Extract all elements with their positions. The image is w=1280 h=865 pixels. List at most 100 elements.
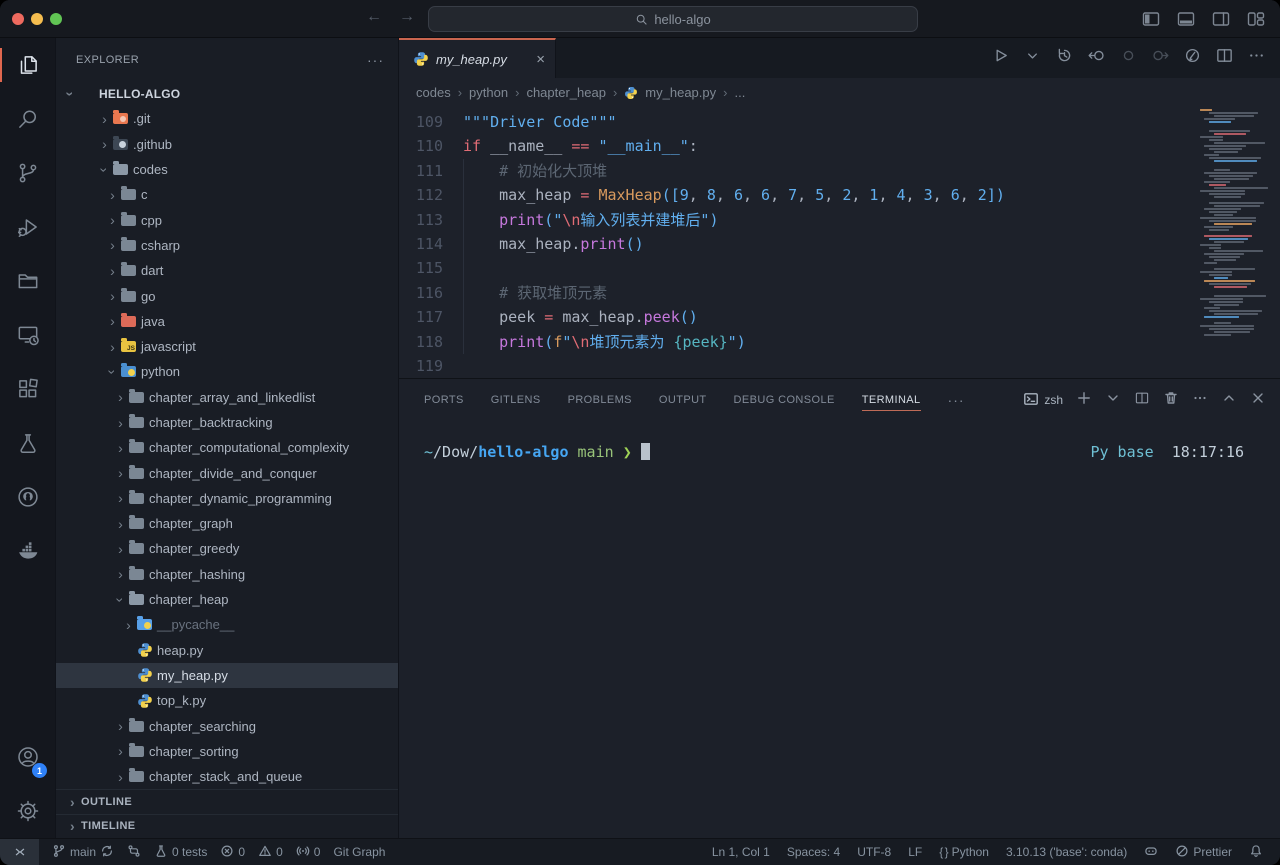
layout-sidebar-left-icon[interactable] [1141, 9, 1161, 34]
panel-control-trash[interactable] [1163, 390, 1179, 411]
activity-search[interactable] [0, 92, 55, 146]
layout-sidebar-right-icon[interactable] [1211, 9, 1231, 34]
panel-control-more-dots[interactable] [1192, 390, 1208, 411]
panel-control-add[interactable] [1076, 390, 1092, 411]
tree-item[interactable]: ›chapter_array_and_linkedlist [56, 385, 398, 410]
terminal-shell-item[interactable]: zsh [1023, 391, 1063, 410]
tree-item[interactable]: ›chapter_divide_and_conquer [56, 460, 398, 485]
tree-item[interactable]: ›chapter_dynamic_programming [56, 486, 398, 511]
activity-account[interactable]: 1 [0, 730, 55, 784]
status-language-mode[interactable]: { }Python [939, 845, 989, 859]
status-git-graph[interactable]: Git Graph [333, 845, 385, 859]
status-indentation[interactable]: Spaces: 4 [787, 845, 840, 859]
tree-item[interactable]: ›csharp [56, 233, 398, 258]
tree-item[interactable]: ›c [56, 182, 398, 207]
tree-item[interactable]: ›chapter_computational_complexity [56, 435, 398, 460]
panel-tab-terminal[interactable]: TERMINAL [862, 380, 921, 420]
tree-item[interactable]: ›javascript [56, 334, 398, 359]
panel-tab-gitlens[interactable]: GITLENS [491, 380, 541, 420]
tree-item[interactable]: ›codes [56, 157, 398, 182]
panel-tab-problems[interactable]: PROBLEMS [568, 380, 632, 420]
code-editor[interactable]: 109"""Driver Code"""110if __name__ == "_… [399, 107, 1280, 378]
status-prettier[interactable]: Prettier [1175, 844, 1232, 861]
tree-item[interactable]: ›chapter_heap [56, 587, 398, 612]
status-broadcast[interactable]: 0 [296, 844, 321, 861]
tree-item[interactable]: heap.py [56, 638, 398, 663]
status-git-branch[interactable]: main [52, 844, 114, 861]
minimize-button[interactable] [31, 13, 43, 25]
sidebar-section-outline[interactable]: ›OUTLINE [56, 789, 398, 813]
editor-action-nav-forward[interactable] [1151, 46, 1170, 70]
tree-item[interactable]: ›chapter_graph [56, 511, 398, 536]
tree-item[interactable]: ›java [56, 309, 398, 334]
history-forward-button[interactable]: → [396, 8, 418, 26]
activity-folder-view[interactable] [0, 254, 55, 308]
status-encoding[interactable]: UTF-8 [857, 845, 891, 859]
activity-explorer[interactable] [0, 38, 55, 92]
tree-item[interactable]: ›chapter_stack_and_queue [56, 764, 398, 789]
tree-item[interactable]: ›chapter_searching [56, 713, 398, 738]
status-problems-errors[interactable]: 0 [220, 844, 245, 861]
breadcrumb-item[interactable]: codes [416, 85, 451, 100]
history-back-button[interactable]: ← [363, 8, 385, 26]
tree-item[interactable]: ›go [56, 283, 398, 308]
tree-item[interactable]: ›chapter_sorting [56, 739, 398, 764]
breadcrumb-item[interactable]: chapter_heap [526, 85, 606, 100]
tree-item[interactable]: ›chapter_greedy [56, 536, 398, 561]
status-cursor-position[interactable]: Ln 1, Col 1 [712, 845, 770, 859]
editor-action-run[interactable] [991, 46, 1010, 70]
activity-settings[interactable] [0, 784, 55, 838]
panel-more-tabs-icon[interactable]: ··· [948, 392, 965, 408]
layout-custom-icon[interactable] [1246, 9, 1266, 34]
activity-docker[interactable] [0, 524, 55, 578]
editor-action-circle[interactable] [1119, 46, 1138, 70]
tree-item[interactable]: ›dart [56, 258, 398, 283]
editor-action-run-chevron[interactable] [1023, 46, 1042, 70]
status-eol[interactable]: LF [908, 845, 922, 859]
activity-remote-explorer[interactable] [0, 308, 55, 362]
status-tests[interactable]: 0 tests [154, 844, 207, 861]
tree-item[interactable]: ›__pycache__ [56, 612, 398, 637]
panel-control-close[interactable] [1250, 390, 1266, 411]
tree-item[interactable]: ›HELLO-ALGO [56, 81, 398, 106]
tree-item[interactable]: ›chapter_backtracking [56, 410, 398, 435]
breadcrumb[interactable]: codes›python›chapter_heap›my_heap.py›... [399, 78, 1280, 107]
panel-control-chevron-down[interactable] [1105, 390, 1121, 411]
panel-control-split[interactable] [1134, 390, 1150, 411]
status-notifications[interactable] [1249, 844, 1263, 861]
tree-item[interactable]: my_heap.py [56, 663, 398, 688]
panel-tab-ports[interactable]: PORTS [424, 380, 464, 420]
zoom-button[interactable] [50, 13, 62, 25]
editor-action-split[interactable] [1215, 46, 1234, 70]
status-compare-changes[interactable] [127, 844, 141, 861]
terminal[interactable]: ~/Dow/hello-algo main ❯ Py base 18:17:16 [399, 421, 1280, 838]
tab-close-icon[interactable]: × [536, 51, 545, 68]
activity-run-debug[interactable] [0, 200, 55, 254]
status-python-interpreter[interactable]: 3.10.13 ('base': conda) [1006, 845, 1127, 859]
breadcrumb-item[interactable]: ... [734, 85, 745, 100]
command-center-search[interactable]: hello-algo [428, 6, 918, 32]
tree-item[interactable]: ›.git [56, 106, 398, 131]
panel-tab-debug-console[interactable]: DEBUG CONSOLE [734, 380, 835, 420]
minimap[interactable] [1200, 109, 1274, 337]
breadcrumb-item[interactable]: python [469, 85, 508, 100]
sidebar-section-timeline[interactable]: ›TIMELINE [56, 814, 398, 838]
tab-my-heap[interactable]: my_heap.py × [399, 38, 556, 78]
panel-tab-output[interactable]: OUTPUT [659, 380, 707, 420]
status-copilot[interactable] [1144, 844, 1158, 861]
editor-action-more[interactable] [1247, 46, 1266, 70]
remote-indicator[interactable] [0, 839, 39, 865]
close-button[interactable] [12, 13, 24, 25]
tree-item[interactable]: ›.github [56, 132, 398, 157]
layout-panel-icon[interactable] [1176, 9, 1196, 34]
breadcrumb-item[interactable]: my_heap.py [645, 85, 716, 100]
activity-extensions[interactable] [0, 362, 55, 416]
panel-control-chevron-up[interactable] [1221, 390, 1237, 411]
activity-source-control[interactable] [0, 146, 55, 200]
editor-action-nav-back[interactable] [1087, 46, 1106, 70]
tree-item[interactable]: top_k.py [56, 688, 398, 713]
editor-action-history[interactable] [1055, 46, 1074, 70]
tree-item[interactable]: ›chapter_hashing [56, 562, 398, 587]
activity-github[interactable] [0, 470, 55, 524]
tree-item[interactable]: ›cpp [56, 207, 398, 232]
